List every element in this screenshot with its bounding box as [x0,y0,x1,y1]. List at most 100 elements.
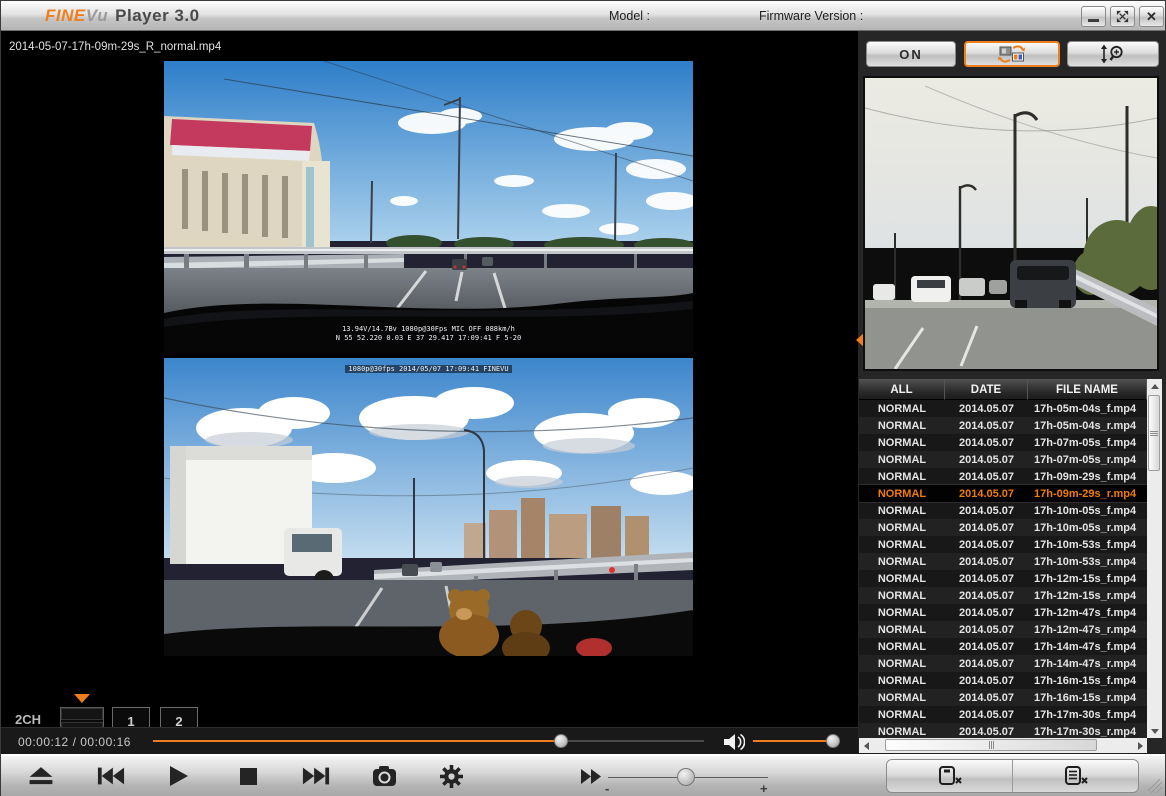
progress-fill [153,740,561,742]
fit-zoom-button[interactable] [1067,41,1159,67]
file-type: NORMAL [859,641,945,653]
volume-track[interactable] [753,740,833,742]
scroll-right-icon [1138,742,1143,750]
file-type: NORMAL [859,556,945,568]
file-row[interactable]: NORMAL2014.05.0717h-05m-04s_f.mp4 [859,400,1147,417]
file-row[interactable]: NORMAL2014.05.0717h-12m-47s_r.mp4 [859,621,1147,638]
swap-display-icon [997,44,1027,64]
swap-display-button[interactable] [964,41,1060,67]
progress-thumb[interactable] [554,734,568,748]
file-row[interactable]: NORMAL2014.05.0717h-10m-53s_r.mp4 [859,553,1147,570]
file-row[interactable]: NORMAL2014.05.0717h-10m-05s_f.mp4 [859,502,1147,519]
playback-bar: 00:00:12 / 00:00:16 [1,727,858,754]
front-camera-video: 13.94V/14.7Bv 1080p@30Fps MIC OFF 088km/… [164,61,693,353]
file-date: 2014.05.07 [945,556,1028,568]
eject-button[interactable] [19,758,63,794]
file-name: 17h-10m-05s_r.mp4 [1028,522,1145,534]
file-row[interactable]: NORMAL2014.05.0717h-16m-15s_r.mp4 [859,689,1147,706]
file-row[interactable]: NORMAL2014.05.0717h-10m-05s_r.mp4 [859,519,1147,536]
file-type: NORMAL [859,539,945,551]
file-row[interactable]: NORMAL2014.05.0717h-09m-29s_r.mp4 [859,485,1147,502]
file-type: NORMAL [859,488,945,500]
firmware-label: Firmware Version : [759,9,863,23]
file-type: NORMAL [859,590,945,602]
capture-button[interactable] [362,758,406,794]
file-name: 17h-05m-04s_r.mp4 [1028,420,1145,432]
total-time: 00:00:16 [80,735,131,749]
maximize-button[interactable] [1110,6,1135,27]
preview-frame [865,78,1157,369]
file-date: 2014.05.07 [945,403,1028,415]
file-row[interactable]: NORMAL2014.05.0717h-09m-29s_f.mp4 [859,468,1147,485]
vertical-scroll-thumb[interactable] [1148,395,1160,471]
file-name: 17h-14m-47s_f.mp4 [1028,641,1145,653]
file-row[interactable]: NORMAL2014.05.0717h-16m-15s_f.mp4 [859,672,1147,689]
current-filename: 2014-05-07-17h-09m-29s_R_normal.mp4 [9,41,221,53]
scroll-up-button[interactable] [1147,379,1162,393]
app-window: FINEVuPlayer 3.0 Model : Firmware Versio… [0,0,1166,796]
minimize-button[interactable] [1081,6,1106,27]
file-row[interactable]: NORMAL2014.05.0717h-10m-53s_f.mp4 [859,536,1147,553]
model-label: Model : [609,9,650,23]
file-name: 17h-14m-47s_r.mp4 [1028,658,1145,670]
file-name: 17h-17m-30s_r.mp4 [1028,726,1145,738]
display-on-button[interactable]: ON [866,41,956,67]
speaker-icon[interactable] [723,733,745,751]
scroll-left-button[interactable] [859,738,873,753]
volume-thumb[interactable] [826,734,840,748]
file-name: 17h-12m-15s_r.mp4 [1028,590,1145,602]
volume-fill [753,740,833,742]
file-row[interactable]: NORMAL2014.05.0717h-07m-05s_f.mp4 [859,434,1147,451]
front-overlay-telemetry: 13.94V/14.7Bv 1080p@30Fps MIC OFF 088km/… [164,325,693,343]
file-row[interactable]: NORMAL2014.05.0717h-07m-05s_r.mp4 [859,451,1147,468]
speed-slider-thumb[interactable] [677,768,695,786]
close-video-window-button[interactable] [887,760,1012,792]
file-row[interactable]: NORMAL2014.05.0717h-14m-47s_f.mp4 [859,638,1147,655]
next-file-button[interactable] [294,758,338,794]
file-list-vertical-scrollbar[interactable] [1147,379,1162,738]
speed-plus-label[interactable]: + [760,781,768,796]
file-type: NORMAL [859,420,945,432]
fit-zoom-icon [1099,44,1127,64]
header-date[interactable]: DATE [945,379,1028,400]
file-row[interactable]: NORMAL2014.05.0717h-05m-04s_r.mp4 [859,417,1147,434]
file-date: 2014.05.07 [945,590,1028,602]
play-button[interactable] [157,758,201,794]
file-date: 2014.05.07 [945,658,1028,670]
file-date: 2014.05.07 [945,726,1028,738]
file-row[interactable]: NORMAL2014.05.0717h-17m-30s_r.mp4 [859,723,1147,738]
close-button[interactable]: ✕ [1139,6,1164,27]
title-bar: FINEVuPlayer 3.0 Model : Firmware Versio… [1,1,1165,31]
file-row[interactable]: NORMAL2014.05.0717h-14m-47s_r.mp4 [859,655,1147,672]
file-type: NORMAL [859,454,945,466]
file-row[interactable]: NORMAL2014.05.0717h-12m-15s_r.mp4 [859,587,1147,604]
previous-file-button[interactable] [89,758,133,794]
preview-video [863,76,1159,371]
header-all[interactable]: ALL [859,379,945,400]
header-filename[interactable]: FILE NAME [1028,379,1147,400]
resize-grip[interactable] [1148,779,1162,793]
stop-button[interactable] [226,758,270,794]
file-date: 2014.05.07 [945,539,1028,551]
file-type: NORMAL [859,471,945,483]
next-file-icon [302,766,330,786]
close-list-window-button[interactable] [1013,760,1138,792]
side-panel: ON [858,31,1166,753]
thumb-grip [991,741,992,749]
rear-camera-video: 1080p@30fps 2014/05/07 17:09:41 FINEVU [164,358,693,656]
scroll-down-icon [1151,729,1159,734]
file-row[interactable]: NORMAL2014.05.0717h-12m-47s_f.mp4 [859,604,1147,621]
time-separator: / [73,735,77,749]
window-toggle-group [886,759,1139,793]
horizontal-scroll-thumb[interactable] [885,739,1097,751]
speed-minus-label[interactable]: - [605,781,609,796]
file-list: NORMAL2014.05.0717h-05m-04s_f.mp4NORMAL2… [859,400,1147,738]
progress-track[interactable] [153,740,704,742]
scroll-right-button[interactable] [1133,738,1147,753]
front-overlay-line2: N 55 52.220 0.03 E 37 29.417 17:09:41 F … [333,334,524,342]
file-row[interactable]: NORMAL2014.05.0717h-17m-30s_f.mp4 [859,706,1147,723]
file-list-horizontal-scrollbar[interactable] [859,738,1147,753]
scroll-down-button[interactable] [1147,724,1162,738]
file-row[interactable]: NORMAL2014.05.0717h-12m-15s_f.mp4 [859,570,1147,587]
settings-button[interactable] [429,758,473,794]
